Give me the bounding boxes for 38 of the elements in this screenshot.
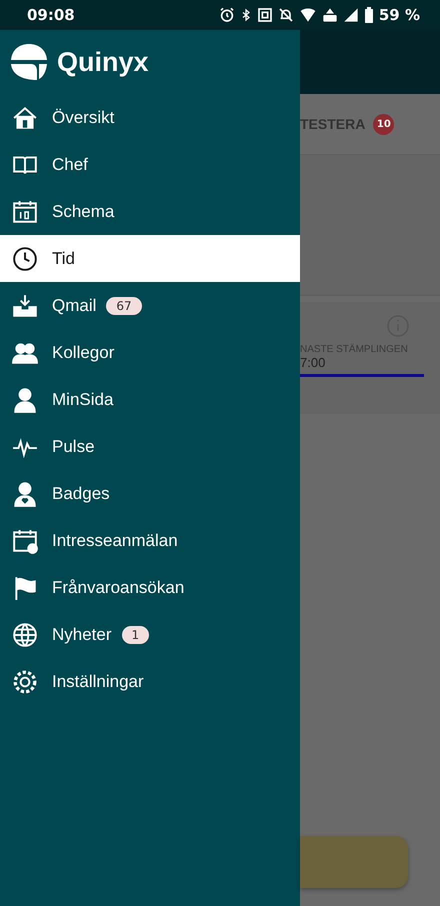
nfc-icon — [256, 7, 273, 23]
brand-name: Quinyx — [57, 46, 149, 78]
battery-percent: 59 % — [378, 6, 420, 24]
status-time: 09:08 — [27, 6, 75, 24]
logo-icon — [9, 42, 49, 82]
menu-item[interactable]: Kollegor — [0, 329, 300, 376]
menu-item[interactable]: Frånvaroansökan — [0, 564, 300, 611]
menu-item[interactable]: Tid — [0, 235, 300, 282]
person-heart-icon — [12, 480, 38, 506]
menu-item[interactable]: Schema — [0, 188, 300, 235]
count-badge: 67 — [106, 296, 142, 314]
gear-icon — [12, 668, 38, 694]
action-button[interactable] — [300, 836, 408, 888]
calendar-icon — [12, 198, 38, 224]
wifi-icon — [298, 7, 317, 23]
menu-item[interactable]: Pulse — [0, 423, 300, 470]
lte-icon — [322, 7, 338, 23]
menu-item[interactable]: Inställningar — [0, 658, 300, 705]
globe-icon — [12, 622, 38, 648]
clock-icon — [12, 246, 38, 272]
calendar-question-icon — [12, 528, 38, 554]
menu-item[interactable]: Nyheter 1 — [0, 611, 300, 658]
inbox-icon — [12, 292, 38, 318]
menu-item[interactable]: Chef — [0, 141, 300, 188]
menu-item[interactable]: Qmail 67 — [0, 282, 300, 329]
count-badge: 1 — [122, 626, 150, 644]
menu-item[interactable]: Översikt — [0, 94, 300, 141]
menu-item[interactable]: Badges — [0, 470, 300, 517]
menu-item[interactable]: Intresseanmälan — [0, 517, 300, 564]
count-badge: 10 — [373, 114, 394, 134]
house-icon — [12, 104, 38, 130]
battery-icon — [364, 7, 374, 23]
alarm-icon — [218, 7, 235, 23]
signal-icon — [342, 7, 359, 23]
person-icon — [12, 386, 38, 412]
muted-bell-icon — [278, 7, 294, 23]
card-value: 7:00 — [300, 355, 326, 370]
menu-item[interactable]: MinSida — [0, 376, 300, 423]
